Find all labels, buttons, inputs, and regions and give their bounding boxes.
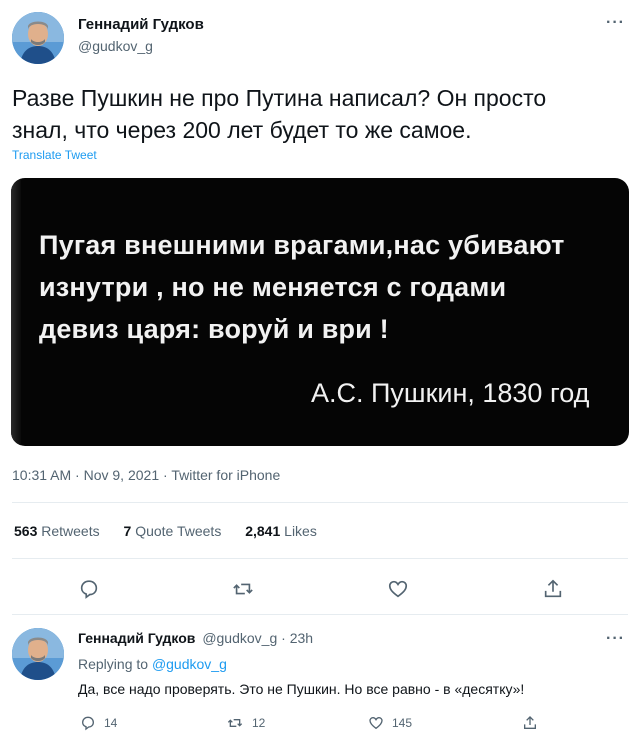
tweet-source[interactable]: Twitter for iPhone xyxy=(171,467,280,483)
image-attribution: А.С. Пушкин, 1830 год xyxy=(311,378,590,408)
more-icon[interactable]: ··· xyxy=(606,630,625,648)
tweet-text-line: Разве Пушкин не про Путина написал? Он п… xyxy=(12,85,547,111)
image-quote-line: изнутри , но не меняется с годами xyxy=(39,272,507,302)
reply-share-action[interactable] xyxy=(522,713,538,733)
image-quote-line: Пугая внешними врагами,нас убивают xyxy=(39,230,565,260)
like-icon[interactable] xyxy=(385,576,411,602)
replying-to-label: Replying to xyxy=(78,656,149,672)
meta-separator: · xyxy=(75,467,84,483)
image-edge xyxy=(11,178,21,446)
likes-stat[interactable]: 2,841 Likes xyxy=(245,523,317,539)
divider xyxy=(12,558,628,559)
reply-like-action[interactable]: 145 xyxy=(368,713,412,733)
divider xyxy=(12,614,628,615)
reply-author-handle[interactable]: @gudkov_g xyxy=(202,630,277,646)
replying-to: Replying to @gudkov_g xyxy=(78,656,227,672)
likes-count: 2,841 xyxy=(245,523,281,539)
tweet-stats: 563 Retweets 7 Quote Tweets 2,841 Likes xyxy=(14,523,337,539)
reply-replies-count: 14 xyxy=(104,716,118,730)
translate-tweet-link[interactable]: Translate Tweet xyxy=(12,148,97,162)
tweet-text-line: знал, что через 200 лет будет то же само… xyxy=(12,117,472,143)
reply-retweet-action[interactable]: 12 xyxy=(226,713,265,733)
reply-reply-action[interactable]: 14 xyxy=(80,713,117,733)
tweet-actions xyxy=(0,572,640,606)
retweets-count: 563 xyxy=(14,523,38,539)
reply-avatar[interactable] xyxy=(12,628,64,680)
share-icon[interactable] xyxy=(540,576,566,602)
quotes-stat[interactable]: 7 Quote Tweets xyxy=(124,523,222,539)
avatar[interactable] xyxy=(12,12,64,64)
likes-label: Likes xyxy=(284,523,317,539)
header-separator: · xyxy=(281,630,290,646)
reply-icon xyxy=(81,716,95,731)
replying-to-handle[interactable]: @gudkov_g xyxy=(152,656,227,672)
tweet-meta: 10:31 AM · Nov 9, 2021 · Twitter for iPh… xyxy=(12,467,280,483)
more-icon[interactable]: ··· xyxy=(606,14,625,32)
retweet-icon xyxy=(227,719,243,727)
share-icon xyxy=(524,716,536,729)
reply-likes-count: 145 xyxy=(392,716,413,730)
tweet-text: Разве Пушкин не про Путина написал? Он п… xyxy=(12,82,622,146)
retweets-stat[interactable]: 563 Retweets xyxy=(14,523,100,539)
reply-retweets-count: 12 xyxy=(252,716,266,730)
reply-text: Да, все надо проверять. Это не Пушкин. Н… xyxy=(78,681,525,697)
tweet-image[interactable]: Пугая внешними врагами,нас убивают изнут… xyxy=(11,178,629,446)
retweet-icon[interactable] xyxy=(230,576,256,602)
reply-header: Геннадий Гудков @gudkov_g · 23h xyxy=(78,630,313,646)
quotes-label: Quote Tweets xyxy=(135,523,222,539)
divider xyxy=(12,502,628,503)
quotes-count: 7 xyxy=(123,523,132,539)
like-icon xyxy=(369,716,383,730)
reply-author-name[interactable]: Геннадий Гудков xyxy=(78,630,195,646)
tweet-date[interactable]: Nov 9, 2021 xyxy=(84,467,160,483)
reply-time[interactable]: 23h xyxy=(290,630,313,646)
image-quote-line: девиз царя: воруй и ври ! xyxy=(39,314,389,344)
tweet-time[interactable]: 10:31 AM xyxy=(12,467,71,483)
retweets-label: Retweets xyxy=(41,523,100,539)
author-name[interactable]: Геннадий Гудков xyxy=(78,16,204,33)
reply-icon[interactable] xyxy=(76,576,102,602)
author-handle[interactable]: @gudkov_g xyxy=(78,38,153,54)
